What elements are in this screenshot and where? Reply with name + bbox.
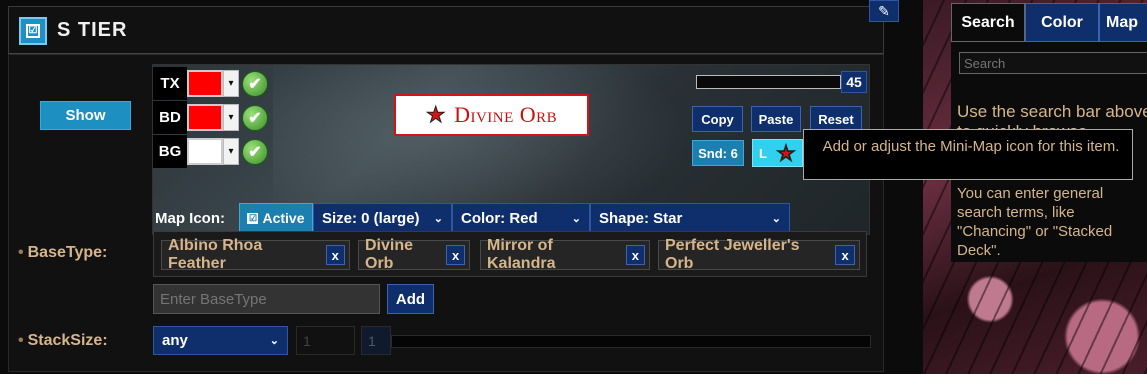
tag-text: Divine Orb <box>365 237 414 272</box>
item-label-text: Divine Orb <box>454 102 558 127</box>
pencil-icon: ✎ <box>878 2 890 19</box>
active-label: Active <box>262 210 305 226</box>
minimap-icon-label: L <box>759 145 767 161</box>
chevron-down-icon[interactable]: ▾ <box>223 104 239 131</box>
minimap-icon-button[interactable]: L ★ <box>752 139 803 167</box>
search-hint-text: You can enter general search terms, like… <box>957 185 1113 259</box>
volume-slider[interactable] <box>696 75 841 89</box>
operator-value: any <box>162 332 188 349</box>
background-color-swatch[interactable] <box>187 138 223 165</box>
bullet: • <box>18 244 24 261</box>
border-color-swatch[interactable] <box>187 104 223 131</box>
tag-text: Mirror of Kalandra <box>487 237 556 272</box>
tier-body: Show TX ▾ ✔ BD ▾ ✔ BG ▾ ✔ ★ Divine Orb 4… <box>8 54 884 372</box>
text-color-row: TX ▾ ✔ <box>153 67 268 100</box>
stacksize-value-input[interactable]: 1 <box>296 326 355 355</box>
volume-value: 45 <box>841 71 867 93</box>
basetype-input[interactable] <box>153 284 380 314</box>
show-button[interactable]: Show <box>40 101 131 130</box>
basetype-label: • BaseType: <box>18 244 107 262</box>
stacksize-label: • StackSize: <box>18 332 108 350</box>
chevron-down-icon: ⌄ <box>269 335 279 347</box>
chevron-down-icon[interactable]: ▾ <box>223 138 239 165</box>
text-color-label: TX <box>153 67 187 100</box>
add-basetype-button[interactable]: Add <box>387 284 434 314</box>
basetype-tag: Divine Orb x <box>358 237 470 272</box>
shape-value: Shape: Star <box>599 209 683 227</box>
chevron-down-icon: ⌄ <box>571 212 581 225</box>
copy-button[interactable]: Copy <box>692 106 743 132</box>
tag-text: Albino Rhoa Feather <box>168 237 263 272</box>
stacksize-operator-select[interactable]: any ⌄ <box>153 326 288 355</box>
check-glyph: ☑ <box>28 25 38 36</box>
edit-tier-button[interactable]: ✎ <box>869 0 899 22</box>
side-panel: Search Color Map Use the search bar abov… <box>923 0 1147 374</box>
tier-title: S TIER <box>57 19 128 41</box>
map-icon-color-select[interactable]: Color: Red ⌄ <box>452 203 590 233</box>
basetype-label-text: BaseType: <box>27 244 108 261</box>
tab-map[interactable]: Map <box>1099 3 1147 42</box>
text-color-swatch[interactable] <box>187 70 223 97</box>
stacksize-value-badge: 1 <box>361 326 391 355</box>
background-color-label: BG <box>153 135 187 168</box>
checkbox-icon: ☑ <box>26 24 40 38</box>
stacksize-slider[interactable] <box>391 335 871 348</box>
map-icon-shape-select[interactable]: Shape: Star ⌄ <box>590 203 790 233</box>
chevron-down-icon: ⌄ <box>771 212 781 225</box>
map-icon-size-select[interactable]: Size: 0 (large) ⌄ <box>313 203 452 233</box>
remove-tag-button[interactable]: x <box>835 245 855 265</box>
tier-header: ☑ S TIER <box>8 6 884 54</box>
map-icon-label: Map Icon: <box>155 209 225 227</box>
tag-text: Perfect Jeweller's Orb <box>665 237 800 272</box>
basetype-tag-list: Albino Rhoa Feather x Divine Orb x Mirro… <box>153 231 867 277</box>
star-icon: ★ <box>776 142 795 165</box>
sound-button[interactable]: Snd: 6 <box>692 140 744 166</box>
item-preview: TX ▾ ✔ BD ▾ ✔ BG ▾ ✔ ★ Divine Orb 45 Cop… <box>152 64 870 235</box>
search-input[interactable] <box>959 52 1147 74</box>
bullet: • <box>18 332 24 349</box>
tab-color[interactable]: Color <box>1025 3 1099 42</box>
map-icon-active-toggle[interactable]: ☑ Active <box>239 203 313 233</box>
background-color-row: BG ▾ ✔ <box>153 135 268 168</box>
item-label-preview: ★ Divine Orb <box>394 94 589 136</box>
check-circle-icon[interactable]: ✔ <box>242 104 268 131</box>
remove-tag-button[interactable]: x <box>325 245 345 265</box>
chevron-down-icon[interactable]: ▾ <box>223 70 239 97</box>
basetype-tag: Albino Rhoa Feather x <box>161 237 350 272</box>
size-value: Size: 0 (large) <box>322 209 420 227</box>
star-icon: ★ <box>425 102 447 128</box>
paste-button[interactable]: Paste <box>751 106 801 132</box>
basetype-tag: Mirror of Kalandra x <box>480 237 650 272</box>
remove-tag-button[interactable]: x <box>625 245 645 265</box>
check-circle-icon[interactable]: ✔ <box>242 138 268 165</box>
map-icon-bar: Map Icon: ☑ Active Size: 0 (large) ⌄ Col… <box>153 200 869 234</box>
checkbox-icon: ☑ <box>247 212 259 224</box>
stacksize-label-text: StackSize: <box>27 332 108 349</box>
border-color-label: BD <box>153 101 187 134</box>
border-color-row: BD ▾ ✔ <box>153 101 268 134</box>
remove-tag-button[interactable]: x <box>446 245 465 265</box>
color-value: Color: Red <box>461 209 538 227</box>
tab-search[interactable]: Search <box>951 3 1025 42</box>
basetype-tag: Perfect Jeweller's Orb x <box>658 237 860 272</box>
side-tabs: Search Color Map <box>951 3 1147 42</box>
tier-enable-checkbox[interactable]: ☑ <box>19 17 47 45</box>
check-circle-icon[interactable]: ✔ <box>242 70 268 97</box>
minimap-tooltip: Add or adjust the Mini-Map icon for this… <box>803 129 1133 180</box>
filter-editor: ☑ S TIER ✎ Show TX ▾ ✔ BD ▾ ✔ BG ▾ ✔ ★ D… <box>0 0 1147 374</box>
chevron-down-icon: ⌄ <box>433 212 443 225</box>
